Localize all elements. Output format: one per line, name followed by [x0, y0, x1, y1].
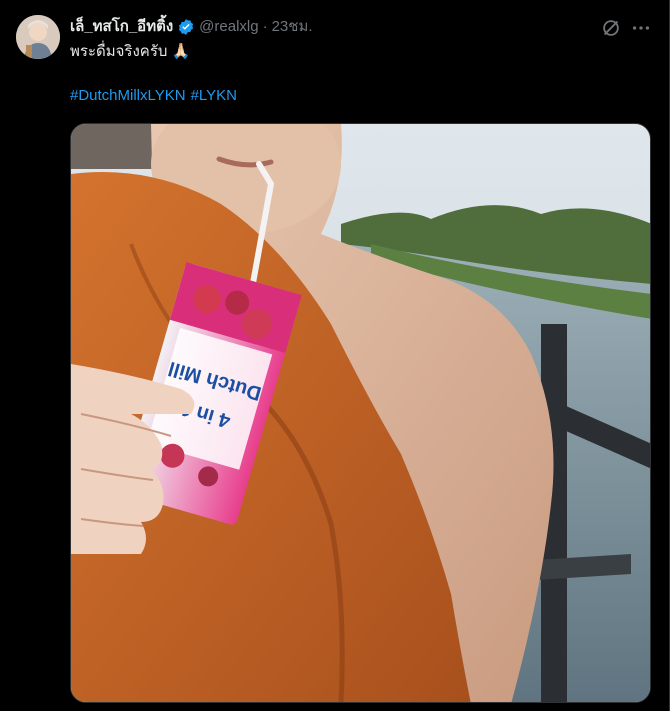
grok-icon[interactable]: [600, 17, 622, 39]
display-name[interactable]: เล็_ทสโก_อีทติ้ง: [70, 17, 173, 37]
more-icon[interactable]: [630, 17, 652, 39]
verified-badge-icon: [177, 18, 195, 36]
tweet-text: พระดื่มจริงครับ 🙏🏻: [70, 43, 191, 60]
timestamp[interactable]: 23ชม.: [272, 17, 313, 37]
handle[interactable]: @realxlg: [199, 17, 258, 37]
hashtags: #DutchMillxLYKN #LYKN: [70, 86, 237, 106]
avatar[interactable]: [16, 15, 60, 59]
tweet[interactable]: เล็_ทสโก_อีทติ้ง @realxlg · 23ชม. พระดื่…: [0, 0, 669, 711]
tweet-header: เล็_ทสโก_อีทติ้ง @realxlg · 23ชม.: [70, 16, 313, 38]
hashtag-link[interactable]: #LYKN: [191, 86, 237, 106]
separator-dot: ·: [262, 18, 268, 35]
tweet-photo[interactable]: Dutch Mill 4 in 1: [70, 123, 651, 703]
hashtag-link[interactable]: #DutchMillxLYKN: [70, 86, 186, 106]
